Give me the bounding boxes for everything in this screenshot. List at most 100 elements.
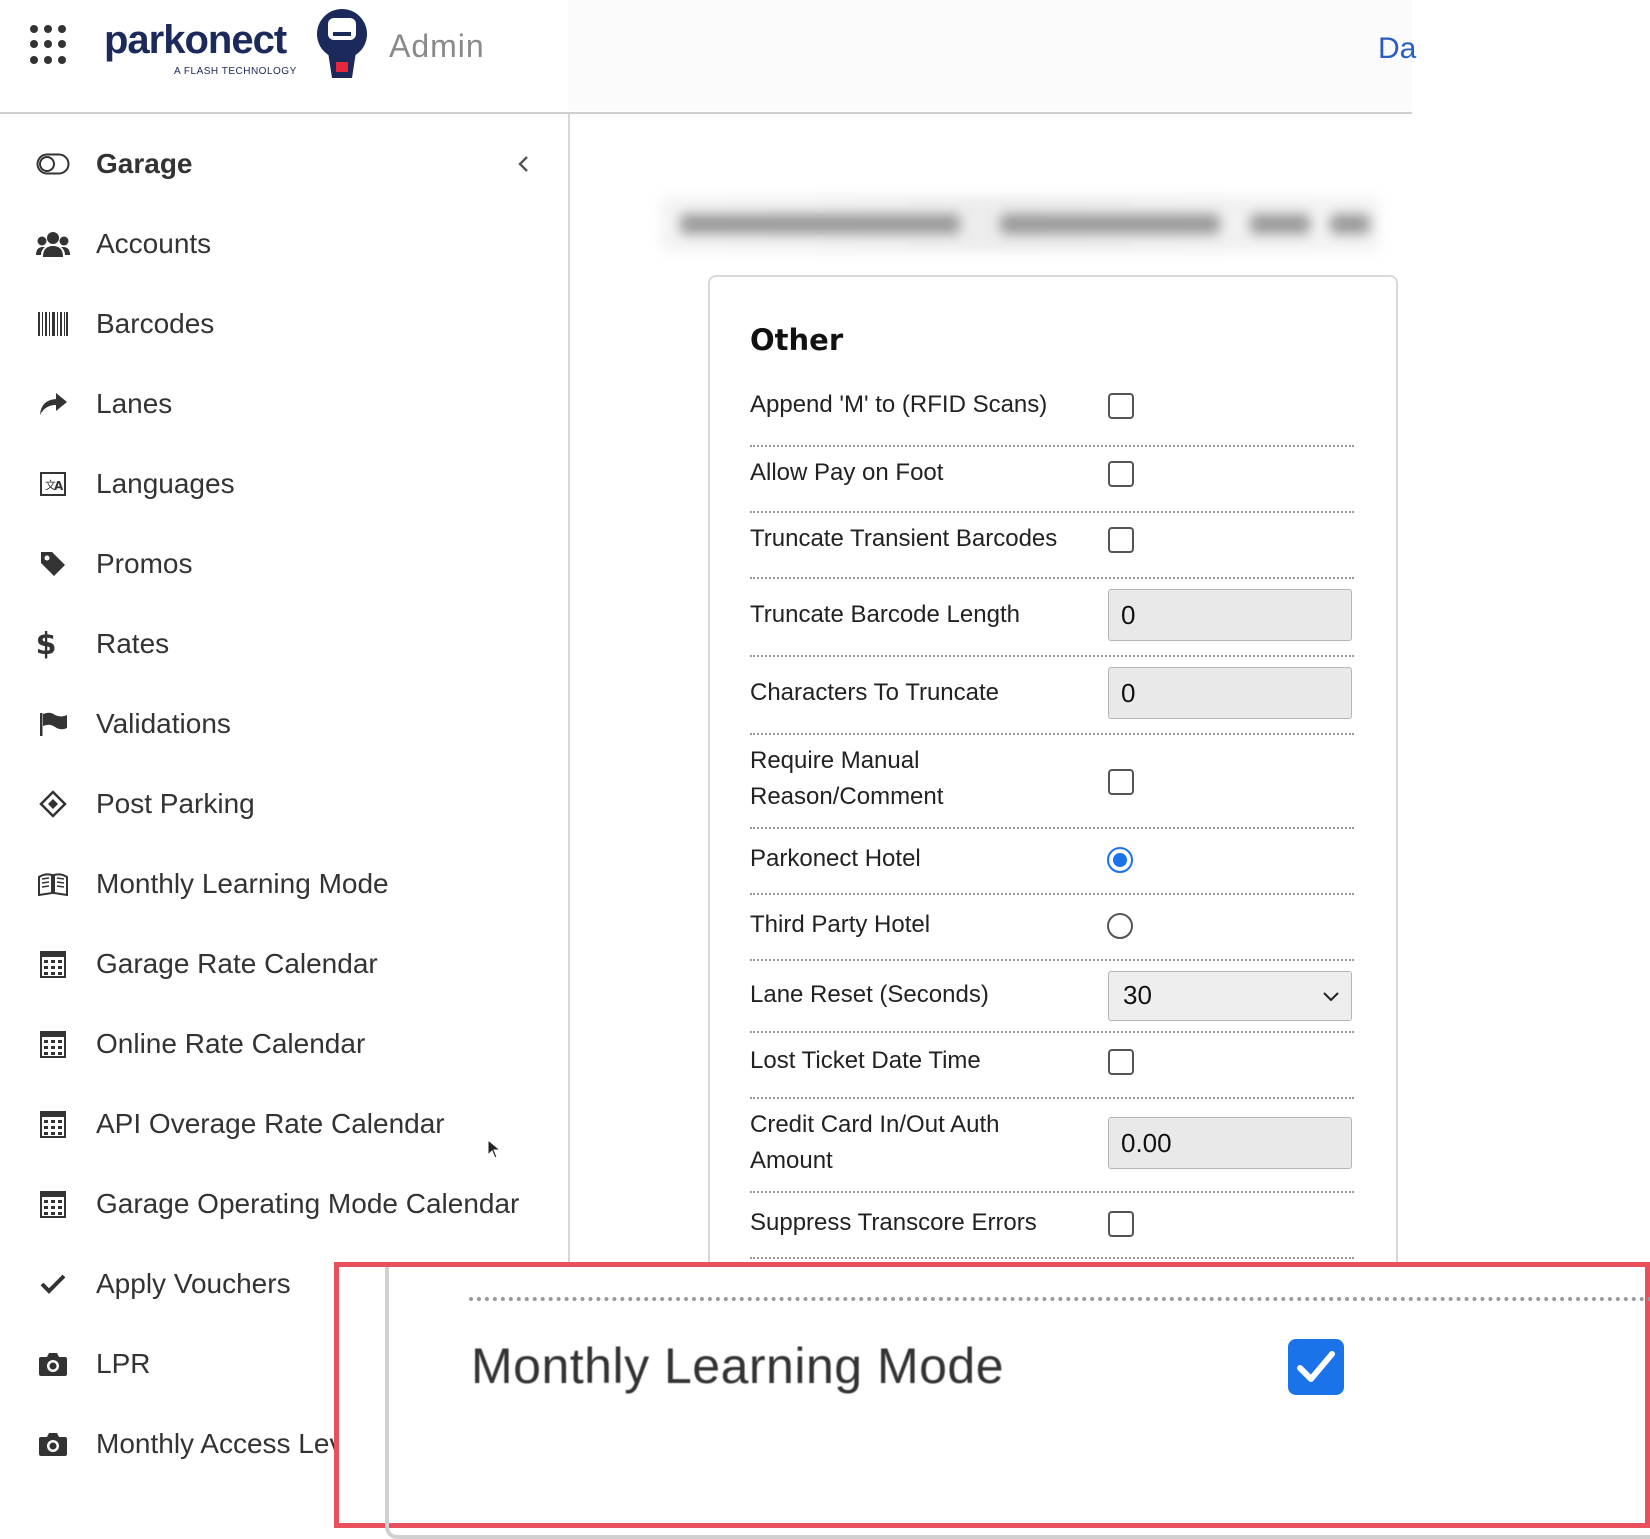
setting-label: Lost Ticket Date Time (750, 1047, 981, 1074)
check-icon (36, 1267, 70, 1301)
monthly-learning-mode-checkbox[interactable] (1288, 1339, 1344, 1395)
credit-card-auth-amount-input[interactable]: 0.00 (1108, 1117, 1352, 1169)
camera-icon (36, 1427, 70, 1461)
calendar-icon (36, 1027, 70, 1061)
checkmark-icon (1297, 1351, 1335, 1382)
flag-icon (36, 707, 70, 741)
callout-label: Monthly Learning Mode (471, 1338, 1005, 1394)
sidebar-item-label: Languages (96, 468, 235, 499)
logo-tagline: A FLASH TECHNOLOGY (174, 66, 297, 77)
setting-label: Truncate Transient Barcodes (750, 525, 1058, 552)
parking-meter-logo-icon (317, 9, 367, 78)
lost-ticket-checkbox[interactable] (1108, 1049, 1134, 1075)
language-icon: 文A (36, 467, 70, 501)
sidebar-item-accounts[interactable]: Accounts (0, 214, 566, 274)
zoom-callout: Monthly Learning Mode (334, 1262, 1650, 1539)
apps-grid-icon[interactable] (30, 25, 70, 65)
setting-row-append-m: Append 'M' to (RFID Scans) (750, 377, 1354, 447)
setting-label: Require Manual Reason/Comment (750, 747, 944, 810)
sidebar-item-monthly-learning-mode[interactable]: Monthly Learning Mode (0, 854, 566, 914)
setting-label: Lane Reset (Seconds) (750, 981, 989, 1008)
setting-label: Parkonect Hotel (750, 845, 921, 872)
setting-row-suppress-transcore: Suppress Transcore Errors (750, 1191, 1354, 1259)
calendar-icon (36, 1107, 70, 1141)
lane-reset-select[interactable]: 30 (1108, 971, 1352, 1021)
header-shade (568, 0, 1412, 111)
sidebar-item-label: Post Parking (96, 788, 255, 819)
sidebar-item-promos[interactable]: Promos (0, 534, 566, 594)
setting-label: Credit Card In/Out Auth Amount (750, 1111, 1000, 1174)
sidebar-item-online-rate-calendar[interactable]: Online Rate Calendar (0, 1014, 566, 1074)
calendar-icon (36, 947, 70, 981)
chevron-down-icon (1323, 992, 1339, 1002)
sidebar-item-label: Promos (96, 548, 193, 579)
sidebar-item-label: Barcodes (96, 308, 215, 339)
truncate-transient-checkbox[interactable] (1108, 527, 1134, 553)
sidebar-item-post-parking[interactable]: Post Parking (0, 774, 566, 834)
sidebar-item-label: Garage Operating Mode Calendar (96, 1188, 520, 1219)
page-title-blurred (660, 196, 1380, 252)
sidebar-item-api-overage-rate-calendar[interactable]: API Overage Rate Calendar (0, 1094, 566, 1154)
parkonect-hotel-radio[interactable] (1107, 847, 1133, 873)
camera-icon (36, 1347, 70, 1381)
sidebar-item-label: LPR (96, 1348, 151, 1379)
svg-text:A: A (54, 479, 64, 493)
setting-row-allow-pay-on-foot: Allow Pay on Foot (750, 445, 1354, 513)
setting-label: Append 'M' to (RFID Scans) (750, 391, 1048, 418)
setting-label: Characters To Truncate (750, 679, 1000, 706)
other-settings-panel: Other Append 'M' to (RFID Scans) Allow P… (708, 275, 1398, 1277)
header-dashboard-link[interactable]: Da (1378, 32, 1416, 66)
sidebar-item-languages[interactable]: 文A Languages (0, 454, 566, 514)
setting-row-parkonect-hotel: Parkonect Hotel (750, 827, 1354, 895)
allow-pay-on-foot-checkbox[interactable] (1108, 461, 1134, 487)
tag-icon (36, 547, 70, 581)
sidebar-item-barcodes[interactable]: Barcodes (0, 294, 566, 354)
top-header: parkonect A FLASH TECHNOLOGY Admin Da (0, 0, 1416, 114)
setting-label: Third Party Hotel (750, 911, 931, 938)
dollar-icon: $ (35, 626, 57, 662)
setting-row-third-party-hotel: Third Party Hotel (750, 893, 1354, 961)
sidebar-item-label: Lanes (96, 388, 173, 419)
sidebar-item-label: Apply Vouchers (96, 1268, 291, 1299)
sidebar-item-lanes[interactable]: Lanes (0, 374, 566, 434)
ticket-icon (36, 787, 70, 821)
chevron-left-icon[interactable] (512, 152, 536, 176)
append-m-checkbox[interactable] (1108, 393, 1134, 419)
truncate-barcode-length-input[interactable]: 0 (1108, 589, 1352, 641)
require-manual-reason-checkbox[interactable] (1108, 769, 1134, 795)
callout-divider (469, 1297, 1650, 1301)
setting-label: Allow Pay on Foot (750, 459, 944, 486)
setting-label: Truncate Barcode Length (750, 601, 1020, 628)
sidebar-item-label: Garage (96, 148, 193, 179)
sidebar-item-garage-rate-calendar[interactable]: Garage Rate Calendar (0, 934, 566, 994)
setting-row-characters-to-truncate: Characters To Truncate 0 (750, 655, 1354, 735)
sidebar-item-label: Accounts (96, 228, 212, 259)
setting-row-lane-reset: Lane Reset (Seconds) 30 (750, 959, 1354, 1033)
callout-zoomed-panel: Monthly Learning Mode (385, 1267, 1650, 1539)
users-icon (36, 227, 70, 261)
toggle-icon (36, 147, 70, 181)
setting-row-truncate-transient: Truncate Transient Barcodes (750, 511, 1354, 579)
third-party-hotel-radio[interactable] (1107, 913, 1133, 939)
logo-wordmark: parkonect (104, 18, 287, 62)
suppress-transcore-checkbox[interactable] (1108, 1211, 1134, 1237)
setting-row-require-manual-reason: Require Manual Reason/Comment (750, 733, 1354, 829)
setting-label: Suppress Transcore Errors (750, 1209, 1037, 1236)
characters-to-truncate-input[interactable]: 0 (1108, 667, 1352, 719)
sidebar-item-label: API Overage Rate Calendar (96, 1108, 445, 1139)
sidebar-item-validations[interactable]: Validations (0, 694, 566, 754)
sidebar-item-label: Garage Rate Calendar (96, 948, 378, 979)
mouse-cursor-icon (487, 1139, 501, 1159)
panel-title: Other (750, 323, 844, 357)
parkonect-logo[interactable]: parkonect A FLASH TECHNOLOGY (104, 4, 374, 84)
sidebar-item-garage[interactable]: Garage (0, 134, 566, 194)
setting-row-credit-card-auth: Credit Card In/Out Auth Amount 0.00 (750, 1097, 1354, 1193)
sidebar-item-label: Monthly Learning Mode (96, 868, 389, 899)
sidebar-item-rates[interactable]: $ Rates (0, 614, 566, 674)
calendar-icon (36, 1187, 70, 1221)
lane-reset-value: 30 (1123, 980, 1152, 1010)
setting-row-truncate-length: Truncate Barcode Length 0 (750, 577, 1354, 657)
share-arrow-icon (36, 387, 70, 421)
barcode-icon (36, 307, 70, 341)
sidebar-item-garage-operating-mode-calendar[interactable]: Garage Operating Mode Calendar (0, 1174, 566, 1234)
